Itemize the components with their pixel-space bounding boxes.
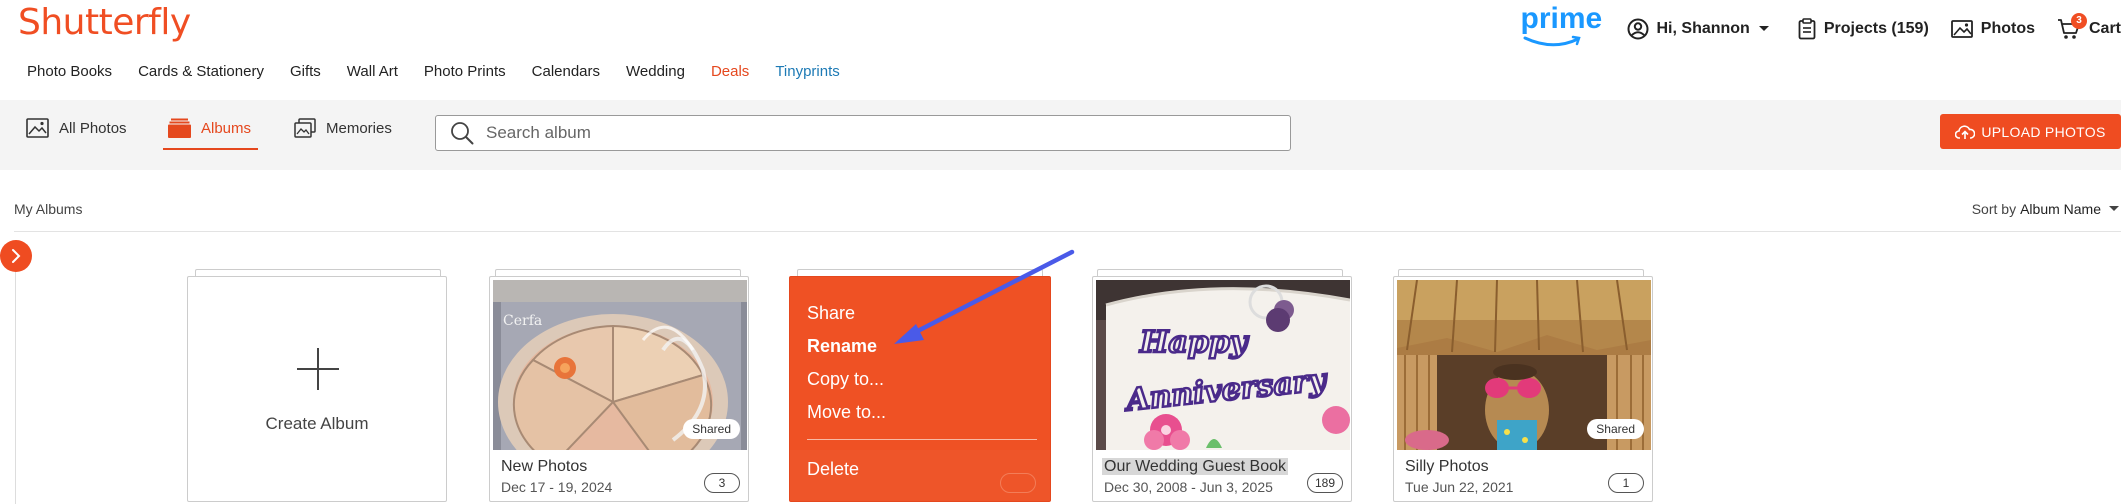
section-title: My Albums — [14, 201, 83, 217]
album-search[interactable] — [435, 115, 1291, 151]
album-title: Our Wedding Guest Book — [1102, 458, 1289, 476]
user-icon — [1627, 18, 1648, 40]
album-date: Dec 30, 2008 - Jun 3, 2025 — [1104, 479, 1273, 495]
plus-icon — [297, 348, 339, 390]
happy-text: Happy — [1139, 325, 1250, 360]
upload-photos-button[interactable]: UPLOAD PHOTOS — [1940, 114, 2121, 149]
tab-albums-label: Albums — [201, 119, 252, 137]
nav-wall-art[interactable]: Wall Art — [347, 63, 398, 80]
cerfa-text: Cerfa — [503, 313, 542, 329]
chevron-right-icon — [12, 249, 21, 263]
photos-label: Photos — [1980, 20, 2035, 37]
album-card-new-photos[interactable]: Cerfa Shared New Photos Dec 17 - 19, 202… — [489, 276, 749, 502]
chevron-down-icon — [2109, 206, 2119, 211]
photo-count-badge: 189 — [1307, 473, 1343, 493]
search-input[interactable] — [486, 123, 1246, 143]
nav-cards-stationery[interactable]: Cards & Stationery — [138, 63, 264, 80]
shared-badge: Shared — [1587, 419, 1644, 439]
photo-count-badge: 3 — [704, 473, 740, 493]
chevron-down-icon — [1758, 26, 1769, 31]
album-date: Dec 17 - 19, 2024 — [501, 479, 613, 495]
album-card-silly-photos[interactable]: Shared Silly Photos Tue Jun 22, 2021 1 — [1393, 276, 1653, 502]
menu-divider — [807, 439, 1037, 440]
cart-count-badge: 3 — [2070, 13, 2087, 29]
main-nav: Photo Books Cards & Stationery Gifts Wal… — [27, 63, 840, 80]
create-album-card[interactable]: Create Album — [187, 276, 447, 502]
prime-smile-icon — [1523, 35, 1581, 47]
album-stack-icon — [168, 118, 191, 138]
search-icon — [451, 122, 474, 145]
top-bar: Shutterfly Photo Books Cards & Stationer… — [0, 0, 2121, 100]
nav-photo-books[interactable]: Photo Books — [27, 63, 112, 80]
image-icon — [1950, 20, 1973, 38]
nav-tinyprints[interactable]: Tinyprints — [775, 63, 839, 80]
nav-deals[interactable]: Deals — [711, 63, 749, 80]
prime-logo[interactable]: prime — [1519, 2, 1602, 50]
nav-gifts[interactable]: Gifts — [290, 63, 321, 80]
tab-all-photos-label: All Photos — [59, 119, 127, 137]
sidebar-edge — [15, 256, 16, 504]
album-title: New Photos — [501, 458, 588, 475]
tab-memories[interactable]: Memories — [294, 118, 392, 138]
menu-item-move-to[interactable]: Move to... — [807, 402, 886, 423]
annotation-arrow-icon — [894, 249, 1075, 344]
section-divider — [14, 231, 2121, 232]
menu-item-delete[interactable]: Delete — [807, 459, 859, 480]
menu-item-copy-to[interactable]: Copy to... — [807, 369, 884, 390]
album-title: Silly Photos — [1405, 458, 1489, 475]
create-album-label: Create Album — [265, 414, 369, 433]
album-title-text: Our Wedding Guest Book — [1102, 458, 1289, 475]
header-actions: prime Hi, Shannon Projects (159) Photos … — [1519, 2, 2121, 50]
upload-photos-label: UPLOAD PHOTOS — [1981, 123, 2106, 140]
menu-item-share[interactable]: Share — [807, 303, 855, 324]
tab-memories-label: Memories — [326, 119, 392, 137]
tab-albums[interactable]: Albums — [168, 118, 251, 138]
clipboard-icon — [1798, 18, 1816, 40]
sort-prefix: Sort by — [1971, 201, 2017, 217]
sidebar-toggle-button[interactable] — [0, 240, 32, 272]
image-icon — [26, 118, 49, 138]
photo-count-badge: 1 — [1608, 473, 1644, 493]
photos-link[interactable]: Photos — [1950, 20, 2035, 38]
account-menu[interactable]: Hi, Shannon — [1627, 18, 1770, 40]
projects-label: Projects (159) — [1823, 20, 1929, 37]
sort-dropdown[interactable]: Sort by Album Name — [1972, 201, 2121, 217]
nav-calendars[interactable]: Calendars — [532, 63, 600, 80]
sort-value: Album Name — [2020, 201, 2101, 217]
shutterfly-logo[interactable]: Shutterfly — [18, 2, 191, 43]
tab-all-photos[interactable]: All Photos — [26, 118, 127, 138]
nav-wedding[interactable]: Wedding — [626, 63, 685, 80]
album-date: Tue Jun 22, 2021 — [1405, 479, 1514, 495]
shared-badge: Shared — [683, 419, 740, 439]
cloud-upload-icon — [1955, 124, 1976, 139]
anniversary-cake-image: Happy Anniversary — [1096, 280, 1350, 450]
album-thumbnail: Happy Anniversary — [1096, 280, 1350, 450]
cart-label: Cart — [2088, 20, 2121, 37]
account-label: Hi, Shannon — [1656, 20, 1750, 37]
active-tab-indicator — [163, 148, 258, 150]
menu-item-rename[interactable]: Rename — [807, 336, 877, 357]
nav-photo-prints[interactable]: Photo Prints — [424, 63, 506, 80]
cart-link[interactable]: 3 Cart — [2057, 13, 2121, 40]
projects-link[interactable]: Projects (159) — [1798, 18, 1929, 40]
memories-icon — [294, 118, 316, 138]
photo-count-badge — [1000, 473, 1036, 493]
album-card-wedding-guest-book[interactable]: Happy Anniversary Our Wedding Guest Book… — [1092, 276, 1352, 502]
